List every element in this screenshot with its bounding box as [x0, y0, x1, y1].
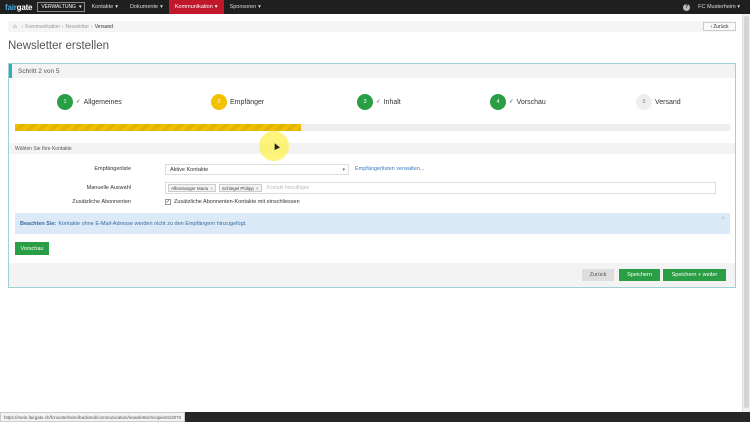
subscribers-label: Zusätzliche Abonnenten	[72, 199, 131, 205]
chevron-down-icon: ▾	[258, 4, 261, 10]
chevron-down-icon: ▾	[160, 4, 163, 10]
save-button[interactable]: Speichern	[619, 269, 660, 281]
user-menu[interactable]: FC Musterheim ▾	[698, 4, 740, 10]
step-allgemeines[interactable]: 1 ✓ Allgemeines	[57, 94, 122, 110]
chevron-down-icon: ▾	[78, 4, 82, 10]
fairgate-logo[interactable]: fairgate	[5, 3, 33, 12]
subscribers-checkbox-row[interactable]: ✓ Zusätzliche Abonnenten-Kontakte mit ei…	[165, 199, 300, 205]
step-number: 4	[490, 94, 506, 110]
chevron-down-icon: ▾	[115, 4, 118, 10]
back-button[interactable]: ‹ Zurück	[703, 22, 736, 31]
chevron-left-icon: ‹	[710, 23, 713, 30]
wizard-step-header: Schritt 2 von 5	[9, 64, 735, 78]
wizard-panel: Schritt 2 von 5 1 ✓ Allgemeines 2 Empfän…	[8, 63, 736, 288]
home-icon[interactable]: ⌂	[13, 24, 17, 30]
chevron-down-icon: ▾	[214, 4, 218, 10]
progress-fill	[15, 124, 301, 131]
close-icon[interactable]: ×	[721, 216, 725, 222]
scroll-thumb[interactable]	[744, 16, 749, 408]
step-number: 3	[357, 94, 373, 110]
page-title: Newsletter erstellen	[8, 40, 109, 52]
remove-tag-icon[interactable]: ×	[210, 186, 213, 191]
contact-search-input[interactable]: Kontakt hinzufügen	[267, 185, 310, 191]
section-title: Wählen Sie Ihre Kontakte	[9, 143, 735, 154]
breadcrumb: ⌂ › Kommunikation › Newsletter › Versand	[8, 21, 736, 32]
step-number: 1	[57, 94, 73, 110]
wizard-footer: Zurück Speichern Speichern + weiter	[9, 263, 735, 287]
breadcrumb-versand: Versand	[94, 23, 114, 30]
nav-sponsoren[interactable]: Sponsoren ▾	[224, 0, 267, 14]
status-url: https://mein.fairgate.ch/fcmusterheim/ba…	[0, 412, 186, 422]
step-vorschau[interactable]: 4 ✓ Vorschau	[490, 94, 546, 110]
page-scrollbar[interactable]	[742, 14, 750, 412]
contact-tag: Schlegel Philipp ×	[218, 184, 262, 192]
check-icon: ✓	[509, 99, 514, 105]
step-number: 5	[636, 94, 652, 110]
recipient-list-select[interactable]: Aktive Kontakte ▾	[165, 164, 349, 175]
save-next-button[interactable]: Speichern + weiter	[663, 269, 726, 281]
org-selector[interactable]: VERWALTUNG ▾	[37, 2, 86, 12]
nav-kontakte[interactable]: Kontakte ▾	[85, 0, 123, 14]
step-inhalt[interactable]: 3 ✓ Inhalt	[357, 94, 401, 110]
remove-tag-icon[interactable]: ×	[256, 186, 259, 191]
chevron-right-icon: ›	[21, 23, 24, 30]
manual-selection-label: Manuelle Auswahl	[86, 185, 131, 191]
manual-selection-field[interactable]: Affentranger Maria × Schlegel Philipp × Ko…	[165, 182, 716, 194]
breadcrumb-kommunikation[interactable]: Kommunikation	[25, 24, 59, 30]
browser-status-bar: https://mein.fairgate.ch/fcmusterheim/ba…	[0, 412, 750, 422]
chevron-down-icon: ▾	[342, 166, 345, 173]
nav-dokumente[interactable]: Dokumente ▾	[124, 0, 169, 14]
wizard-progress-bar	[15, 124, 730, 131]
step-empfaenger[interactable]: 2 Empfänger	[211, 94, 264, 110]
breadcrumb-newsletter[interactable]: Newsletter	[65, 24, 89, 30]
back-step-button[interactable]: Zurück	[582, 269, 614, 281]
preview-button[interactable]: Vorschau	[15, 242, 49, 255]
chevron-right-icon: ›	[91, 23, 93, 30]
check-icon: ✓	[76, 99, 81, 105]
chevron-right-icon: ›	[61, 23, 64, 30]
subscribers-checkbox[interactable]: ✓	[165, 199, 171, 205]
contact-tag: Affentranger Maria ×	[168, 184, 216, 192]
check-icon: ✓	[376, 99, 381, 105]
manage-lists-link[interactable]: Empfängerlisten verwalten...	[355, 166, 424, 172]
info-alert: Beachten Sie: Kontakte ohne E-Mail-Adres…	[15, 213, 730, 234]
step-number: 2	[211, 94, 227, 110]
recipient-list-label: Empfängerliste	[94, 166, 131, 172]
step-versand[interactable]: 5 Versand	[636, 94, 681, 110]
help-icon[interactable]: ?	[683, 3, 691, 11]
nav-kommunikation[interactable]: Kommunikation ▾	[168, 0, 224, 14]
top-nav: fairgate VERWALTUNG ▾ Kontakte ▾ Dokument…	[0, 0, 750, 14]
chevron-down-icon: ▾	[737, 4, 740, 10]
